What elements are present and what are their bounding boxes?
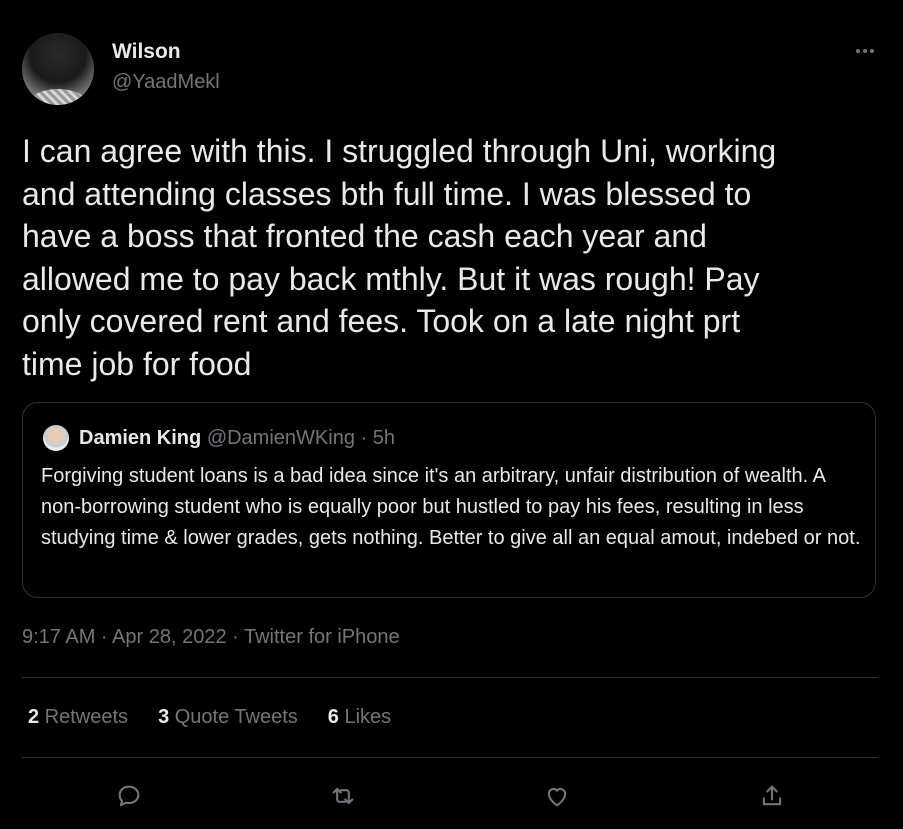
engagement-stats: 2 Retweets 3 Quote Tweets 6 Likes [28, 706, 391, 729]
quote-author-name: Damien King [79, 427, 202, 449]
quote-author-handle: @DamienWKing [206, 427, 355, 449]
retweets-label: Retweets [39, 706, 129, 728]
quote-author-avatar [43, 425, 69, 451]
retweets-count: 2 [28, 706, 40, 728]
likes-count: 6 [327, 706, 339, 728]
tweet-header: Wilson @YaadMekl [22, 33, 880, 105]
quote-tweets-count: 3 [158, 706, 170, 728]
quote-header: Damien King @DamienWKing · 5h [79, 427, 395, 450]
share-icon[interactable] [754, 778, 790, 814]
likes-stat[interactable]: 6 Likes [328, 706, 391, 729]
like-icon[interactable] [539, 778, 575, 814]
author-name[interactable]: Wilson [112, 40, 181, 64]
retweets-stat[interactable]: 2 Retweets [28, 706, 128, 729]
reply-icon[interactable] [111, 778, 147, 814]
likes-label: Likes [338, 706, 392, 728]
quoted-tweet[interactable]: Damien King @DamienWKing · 5h Forgiving … [22, 402, 876, 598]
tweet-text: I can agree with this. I struggled throu… [22, 133, 777, 382]
tweet-timestamp[interactable]: 9:17 AM · Apr 28, 2022 · Twitter for iPh… [22, 626, 400, 649]
more-options-icon[interactable] [850, 39, 880, 63]
retweet-icon[interactable] [325, 778, 361, 814]
quote-tweets-stat[interactable]: 3 Quote Tweets [158, 706, 298, 729]
action-bar [0, 778, 903, 814]
quote-tweets-label: Quote Tweets [169, 706, 298, 728]
quote-text: Forgiving student loans is a bad idea si… [41, 465, 861, 549]
author-avatar[interactable] [22, 33, 94, 105]
divider [22, 757, 878, 758]
divider [22, 677, 878, 678]
author-handle[interactable]: @YaadMekl [112, 71, 220, 94]
quote-age: · 5h [354, 427, 395, 449]
